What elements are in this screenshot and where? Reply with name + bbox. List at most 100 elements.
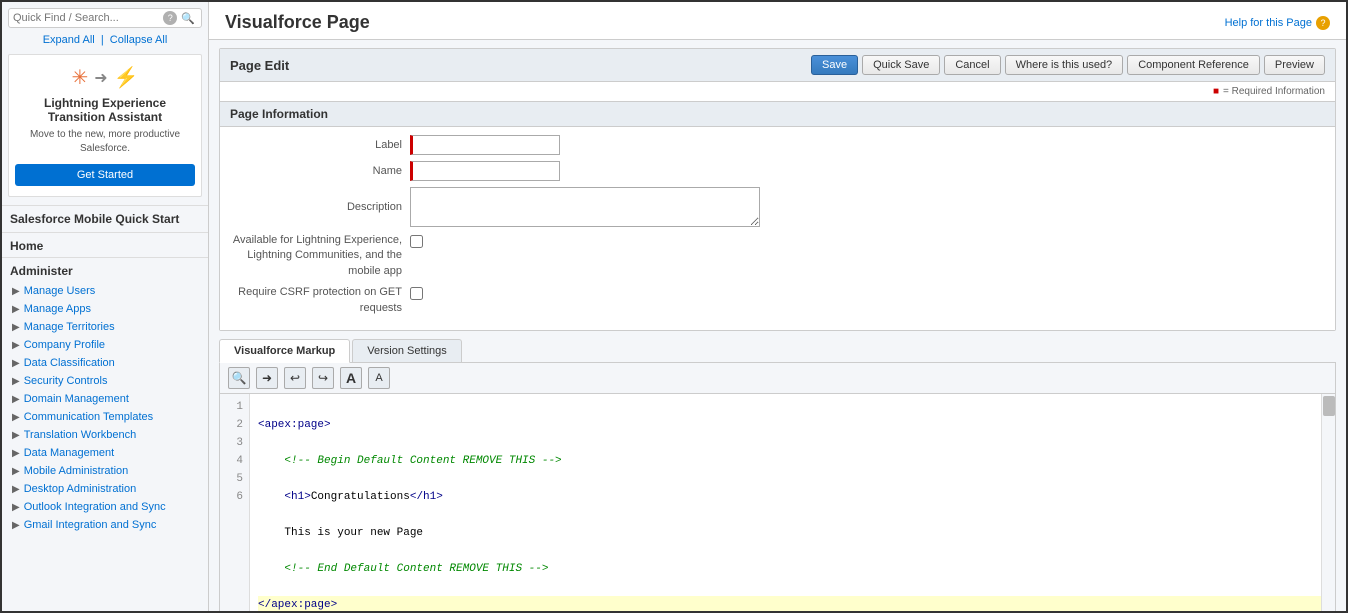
sidebar-item-label: Data Management [24, 447, 115, 459]
line-num-1: 1 [220, 398, 249, 416]
home-section[interactable]: Home [2, 232, 208, 257]
sidebar-item-communication-templates[interactable]: ▶ Communication Templates [2, 408, 208, 426]
tab-visualforce-markup[interactable]: Visualforce Markup [219, 339, 350, 363]
sidebar-item-outlook-integration[interactable]: ▶ Outlook Integration and Sync [2, 498, 208, 516]
code-line-6: </apex:page> [258, 596, 1327, 611]
description-input[interactable] [410, 187, 760, 227]
search-button[interactable]: 🔍 [179, 12, 197, 25]
search-toolbar-btn[interactable]: 🔍 [228, 367, 250, 389]
description-field-label: Description [230, 201, 410, 213]
tabs-header: Visualforce Markup Version Settings [219, 339, 1336, 363]
csrf-checkbox[interactable] [410, 287, 423, 300]
help-circle-icon: ? [1316, 16, 1330, 30]
page-edit-buttons: Save Quick Save Cancel Where is this use… [811, 55, 1325, 75]
sidebar-item-manage-territories[interactable]: ▶ Manage Territories [2, 318, 208, 336]
sidebar-item-translation-workbench[interactable]: ▶ Translation Workbench [2, 426, 208, 444]
sidebar-item-label: Mobile Administration [24, 465, 129, 477]
sidebar-item-desktop-admin[interactable]: ▶ Desktop Administration [2, 480, 208, 498]
page-title: Visualforce Page [225, 12, 370, 33]
arrow-icon: ▶ [12, 502, 20, 513]
mobile-quick-start-item[interactable]: Salesforce Mobile Quick Start [2, 205, 208, 232]
code-line-3: <h1>Congratulations</h1> [258, 488, 1327, 506]
collapse-all-link[interactable]: Collapse All [110, 34, 167, 46]
arrow-icon: ▶ [12, 448, 20, 459]
code-content[interactable]: <apex:page> <!-- Begin Default Content R… [250, 394, 1335, 611]
sidebar-item-label: Manage Territories [24, 321, 115, 333]
code-line-2: <!-- Begin Default Content REMOVE THIS -… [258, 452, 1327, 470]
page-edit-section: Page Edit Save Quick Save Cancel Where i… [219, 48, 1336, 331]
required-info-row: ■ = Required Information [220, 82, 1335, 101]
sidebar-item-manage-users[interactable]: ▶ Manage Users [2, 282, 208, 300]
code-area: 1 2 3 4 5 6 <apex:page> <!-- Begin Defau… [220, 394, 1335, 611]
sidebar-item-label: Manage Apps [24, 303, 91, 315]
arrow-icon: ▶ [12, 358, 20, 369]
scrollbar-thumb [1323, 396, 1335, 416]
sidebar-item-data-classification[interactable]: ▶ Data Classification [2, 354, 208, 372]
arrow-icon: ▶ [12, 286, 20, 297]
sidebar-item-label: Manage Users [24, 285, 96, 297]
line-num-6: 6 [220, 488, 249, 506]
sidebar-item-gmail-integration[interactable]: ▶ Gmail Integration and Sync [2, 516, 208, 534]
expand-collapse-row: Expand All | Collapse All [2, 32, 208, 50]
name-input[interactable] [410, 161, 560, 181]
sidebar-item-label: Domain Management [24, 393, 129, 405]
get-started-button[interactable]: Get Started [15, 164, 195, 186]
tabs-area: Visualforce Markup Version Settings [219, 339, 1336, 363]
form-area: Label Name Description Available for Lig… [220, 127, 1335, 330]
label-input[interactable] [410, 135, 560, 155]
search-bar: ? 🔍 [8, 8, 202, 28]
lightning-description: Move to the new, more productive Salesfo… [15, 128, 195, 156]
csrf-checkbox-row: Require CSRF protection on GET requests [230, 285, 1325, 316]
font-increase-btn[interactable]: A [340, 367, 362, 389]
sidebar-item-company-profile[interactable]: ▶ Company Profile [2, 336, 208, 354]
font-decrease-btn[interactable]: A [368, 367, 390, 389]
sidebar-item-label: Desktop Administration [24, 483, 137, 495]
lightning-icons-row: ✳ ➜ ⚡ [15, 65, 195, 90]
arrow-icon: ▶ [12, 394, 20, 405]
page-edit-header: Page Edit Save Quick Save Cancel Where i… [220, 49, 1335, 82]
save-button[interactable]: Save [811, 55, 858, 75]
sidebar-item-label: Communication Templates [24, 411, 153, 423]
page-edit-section-title: Page Edit [230, 58, 289, 73]
sidebar-item-label: Outlook Integration and Sync [24, 501, 166, 513]
help-link-text: Help for this Page [1225, 17, 1312, 29]
undo-toolbar-btn[interactable]: ↩ [284, 367, 306, 389]
quick-save-button[interactable]: Quick Save [862, 55, 940, 75]
sidebar-item-security-controls[interactable]: ▶ Security Controls [2, 372, 208, 390]
expand-all-link[interactable]: Expand All [43, 34, 95, 46]
arrow-icon: ➜ [94, 68, 107, 88]
search-input[interactable] [13, 12, 163, 24]
help-link[interactable]: Help for this Page ? [1225, 16, 1330, 30]
lightning-checkbox[interactable] [410, 235, 423, 248]
sidebar-item-manage-apps[interactable]: ▶ Manage Apps [2, 300, 208, 318]
arrow-icon: ▶ [12, 430, 20, 441]
arrow-icon: ▶ [12, 376, 20, 387]
sidebar-item-domain-management[interactable]: ▶ Domain Management [2, 390, 208, 408]
label-row: Label [230, 135, 1325, 155]
cancel-button[interactable]: Cancel [944, 55, 1000, 75]
sidebar-item-mobile-admin[interactable]: ▶ Mobile Administration [2, 462, 208, 480]
forward-toolbar-btn[interactable]: ➜ [256, 367, 278, 389]
lightning-title: Lightning Experience Transition Assistan… [15, 96, 195, 124]
label-field-label: Label [230, 139, 410, 151]
redo-toolbar-btn[interactable]: ↪ [312, 367, 334, 389]
tab-version-settings[interactable]: Version Settings [352, 339, 462, 362]
arrow-icon: ▶ [12, 520, 20, 531]
administer-section[interactable]: Administer [2, 257, 208, 282]
content-area: Page Edit Save Quick Save Cancel Where i… [209, 40, 1346, 611]
lightning-transition-box: ✳ ➜ ⚡ Lightning Experience Transition As… [8, 54, 202, 197]
name-field-label: Name [230, 165, 410, 177]
sidebar-item-label: Gmail Integration and Sync [24, 519, 157, 531]
help-icon[interactable]: ? [163, 11, 177, 25]
arrow-icon: ▶ [12, 466, 20, 477]
scrollbar[interactable] [1321, 394, 1335, 611]
required-mark: ■ [1213, 86, 1219, 97]
component-reference-button[interactable]: Component Reference [1127, 55, 1260, 75]
preview-button[interactable]: Preview [1264, 55, 1325, 75]
sidebar-item-data-management[interactable]: ▶ Data Management [2, 444, 208, 462]
page-header: Visualforce Page Help for this Page ? [209, 2, 1346, 40]
arrow-icon: ▶ [12, 340, 20, 351]
code-line-1: <apex:page> [258, 416, 1327, 434]
where-used-button[interactable]: Where is this used? [1005, 55, 1124, 75]
line-num-2: 2 [220, 416, 249, 434]
